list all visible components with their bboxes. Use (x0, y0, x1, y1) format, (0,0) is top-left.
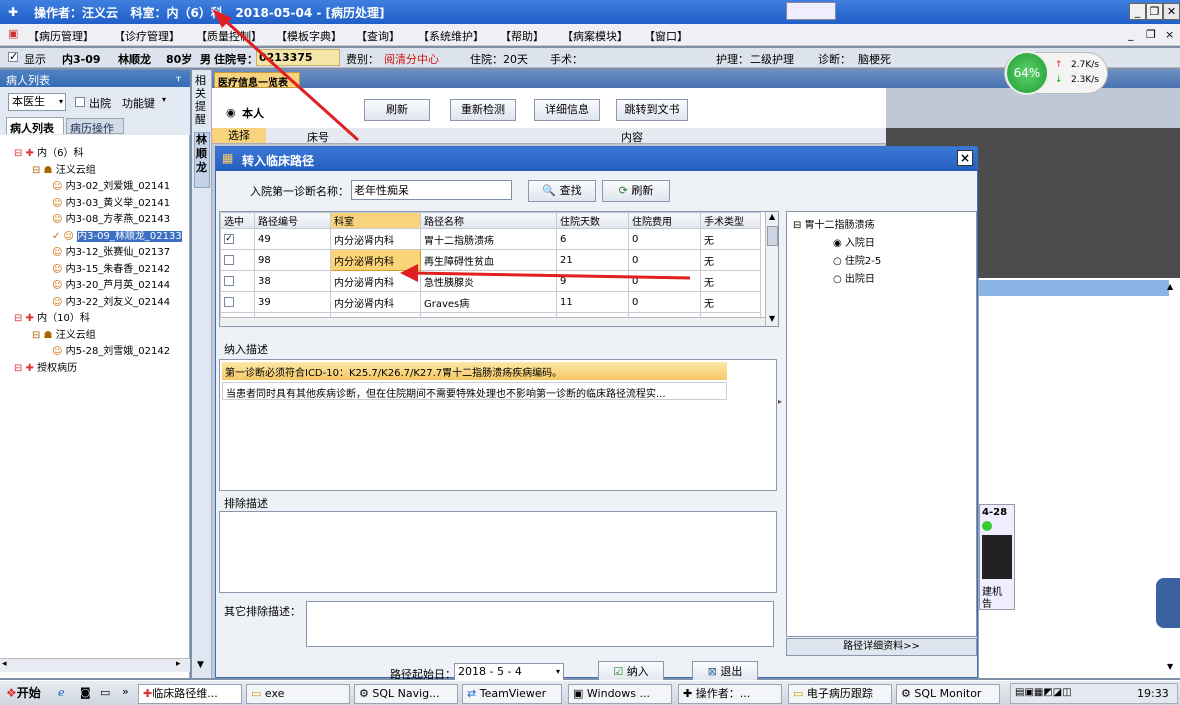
task-sql-monitor[interactable]: ⚙ SQL Monitor (896, 684, 1000, 704)
taskbar: ❖开始 ℯ ◙ ▭ » ✚临床路径维... ▭ exe ⚙ SQL Navig.… (0, 680, 1180, 705)
task-label-2: SQL Navig... (372, 687, 440, 700)
desktop-icon[interactable]: ▭ (100, 686, 110, 699)
task-icon-4: ▣ (573, 687, 584, 700)
annotation-arrows (212, 9, 691, 282)
task-icon-2: ⚙ (359, 687, 369, 700)
task-label-6: 电子病历跟踪 (806, 687, 873, 700)
system-tray: ▤▣▦◩◪◫ 19:33 (1010, 683, 1178, 704)
start-label: 开始 (16, 686, 41, 700)
tray-icons[interactable]: ▤▣▦◩◪◫ (1015, 687, 1072, 698)
task-label-1: exe (264, 687, 285, 700)
task-windows[interactable]: ▣ Windows ... (568, 684, 672, 704)
folder-icon: ▭ (251, 687, 262, 700)
start-button[interactable]: ❖开始 (2, 683, 48, 704)
folder-icon-2: ▭ (793, 687, 804, 700)
task-exe[interactable]: ▭ exe (246, 684, 350, 704)
task-operator[interactable]: ✚ 操作者：... (678, 684, 782, 704)
task-label-7: SQL Monitor (914, 687, 982, 700)
task-icon-7: ⚙ (901, 687, 911, 700)
arrow-line-1 (218, 14, 360, 142)
task-label-5: 操作者：... (695, 687, 751, 700)
task-emr-trace[interactable]: ▭ 电子病历跟踪 (788, 684, 892, 704)
arrow-head-2 (400, 264, 418, 282)
ie-icon[interactable]: ℯ (58, 686, 65, 699)
task-teamviewer[interactable]: ⇄ TeamViewer (462, 684, 562, 704)
task-label-4: Windows ... (586, 687, 650, 700)
task-sql-navigator[interactable]: ⚙ SQL Navig... (354, 684, 458, 704)
task-clinical-path[interactable]: ✚临床路径维... (138, 684, 242, 704)
clock: 19:33 (1137, 687, 1169, 700)
teamviewer-icon: ⇄ (467, 687, 477, 700)
quicklaunch-icon[interactable]: ◙ (80, 686, 91, 699)
taskbar-more-icon[interactable]: » (122, 685, 129, 698)
task-label-0: 临床路径维... (152, 687, 218, 700)
arrow-line-2 (411, 271, 691, 280)
task-label-3: TeamViewer (479, 687, 547, 700)
task-icon-5: ✚ (683, 687, 693, 700)
start-icon: ❖ (6, 686, 17, 700)
task-icon-0: ✚ (143, 687, 153, 700)
